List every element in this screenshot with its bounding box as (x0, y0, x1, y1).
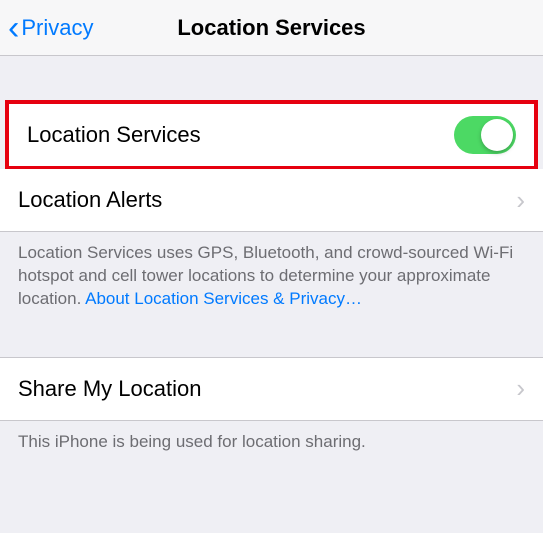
toggle-knob (481, 119, 513, 151)
annotation-highlight: Location Services (5, 100, 538, 170)
page-title: Location Services (177, 15, 365, 41)
footer-text: This iPhone is being used for location s… (18, 432, 366, 451)
nav-bar: ‹ Privacy Location Services (0, 0, 543, 56)
chevron-right-icon: › (516, 373, 525, 404)
row-group-share: Share My Location › (0, 357, 543, 421)
row-group-alerts: Location Alerts › (0, 169, 543, 232)
row-share-my-location[interactable]: Share My Location › (0, 358, 543, 420)
row-location-alerts[interactable]: Location Alerts › (0, 169, 543, 231)
footer-share-description: This iPhone is being used for location s… (0, 421, 543, 472)
location-services-toggle[interactable] (454, 116, 516, 154)
chevron-left-icon: ‹ (8, 11, 19, 45)
row-location-services[interactable]: Location Services (9, 104, 534, 166)
row-label: Share My Location (18, 376, 201, 402)
back-label: Privacy (21, 15, 93, 41)
back-button[interactable]: ‹ Privacy (8, 11, 93, 45)
footer-services-description: Location Services uses GPS, Bluetooth, a… (0, 232, 543, 329)
row-label: Location Alerts (18, 187, 162, 213)
row-label: Location Services (27, 122, 201, 148)
chevron-right-icon: › (516, 185, 525, 216)
about-location-privacy-link[interactable]: About Location Services & Privacy… (85, 289, 362, 308)
